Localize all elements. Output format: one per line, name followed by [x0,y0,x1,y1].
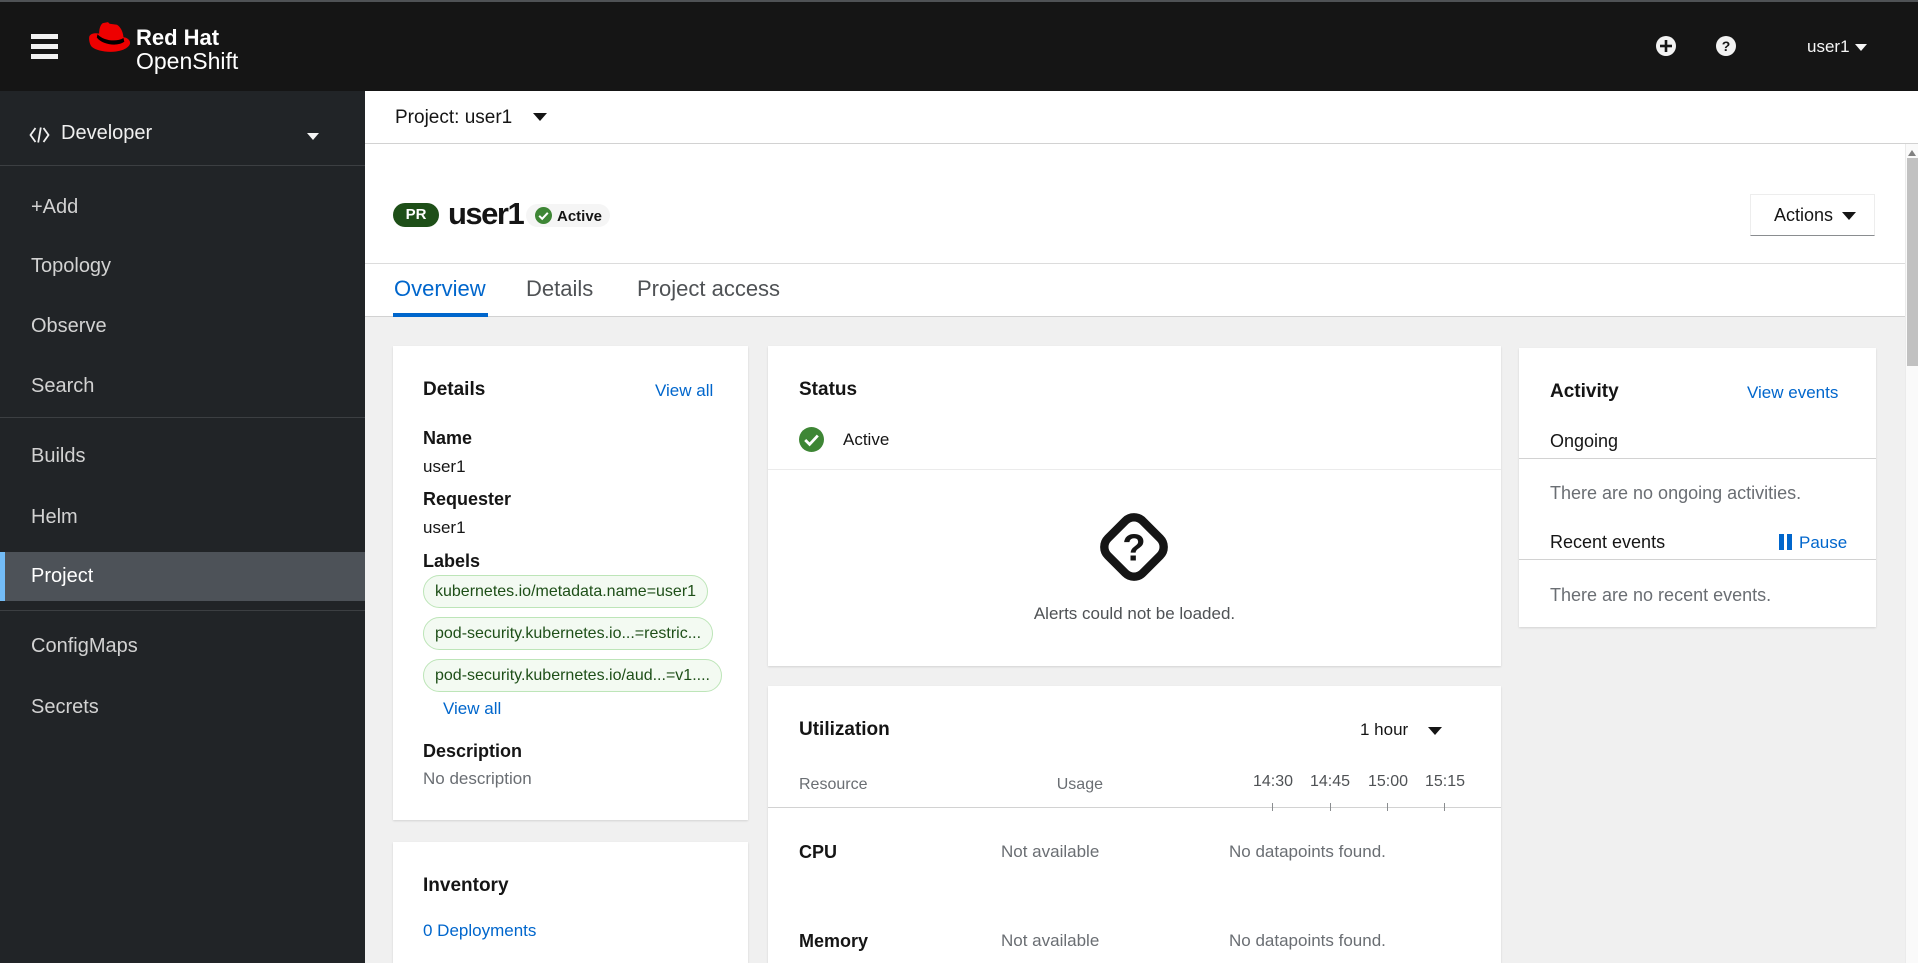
svg-text:?: ? [1122,527,1145,569]
svg-text:?: ? [1722,38,1731,54]
